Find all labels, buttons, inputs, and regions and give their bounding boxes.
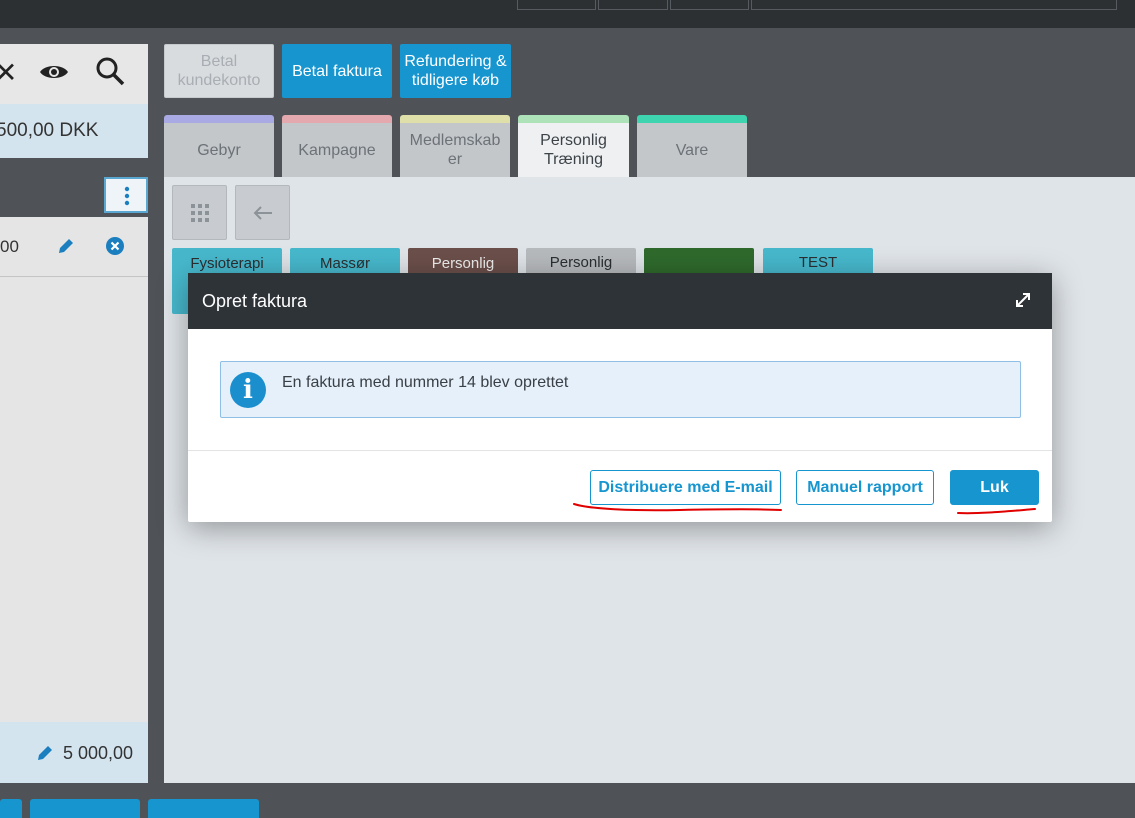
info-message: i En faktura med nummer 14 blev oprettet <box>220 361 1021 418</box>
info-icon: i <box>230 372 266 408</box>
divider <box>188 450 1052 451</box>
dialog-title: Opret faktura <box>202 291 308 311</box>
dialog-header: Opret faktura <box>188 273 1052 329</box>
info-text: En faktura med nummer 14 blev oprettet <box>282 374 569 391</box>
close-dialog-button[interactable]: Luk <box>950 470 1039 505</box>
create-invoice-dialog: Opret faktura i En faktura med nummer 14… <box>188 273 1052 522</box>
distribute-email-button[interactable]: Distribuere med E-mail <box>590 470 781 505</box>
manual-report-button[interactable]: Manuel rapport <box>796 470 934 505</box>
expand-icon[interactable] <box>1014 291 1032 309</box>
